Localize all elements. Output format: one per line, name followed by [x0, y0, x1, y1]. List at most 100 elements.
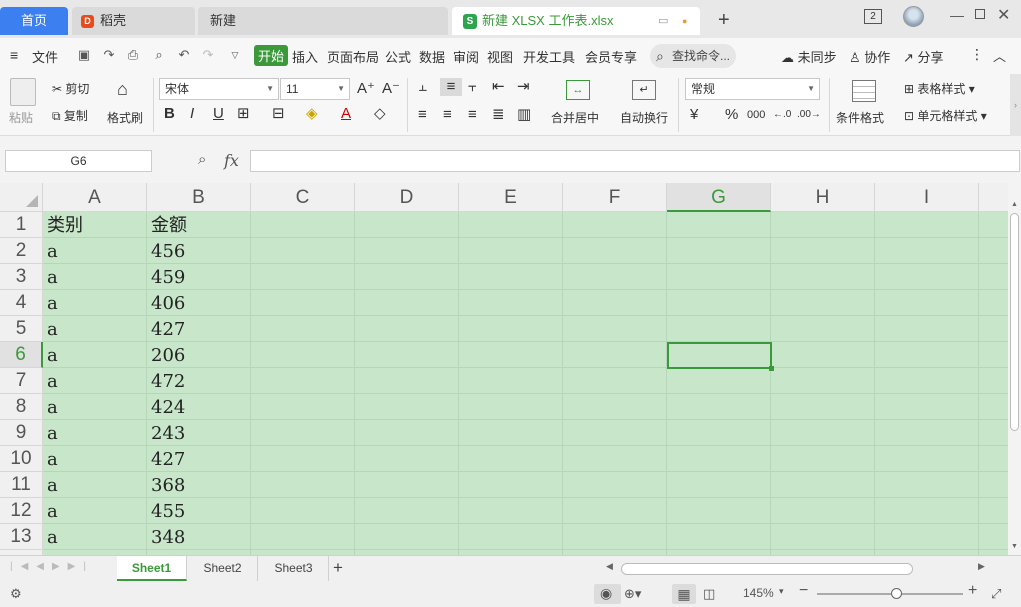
wrap-text-icon[interactable]: ↵ — [632, 80, 656, 100]
undo-icon[interactable]: ↶ — [177, 48, 191, 62]
cell-a1[interactable]: 类别 — [43, 212, 147, 238]
normal-view-icon[interactable]: ▦ — [672, 584, 696, 604]
cell-a10[interactable]: a — [43, 446, 147, 472]
row-header-2[interactable]: 2 — [0, 238, 43, 264]
table-style-button[interactable]: ⊞ 表格样式 ▾ — [904, 80, 975, 97]
page-break-view-icon[interactable]: ◫ — [703, 585, 715, 603]
thousands-icon[interactable]: 000 — [747, 106, 765, 124]
align-right-icon[interactable]: ≡ — [468, 106, 477, 124]
spreadsheet-grid[interactable]: A B C D E F G H I 1 类别 金额 2 a 456 3 a 459 4 a 406 5 a 427 6 a 206 7… — [0, 183, 1008, 555]
wrap-text-button[interactable]: 自动换行 — [620, 109, 668, 126]
cell-a6[interactable]: a — [43, 342, 147, 368]
sync-button[interactable]: ☁ 未同步 — [781, 47, 837, 66]
zoom-slider-thumb[interactable] — [891, 588, 902, 599]
avatar[interactable] — [903, 6, 924, 27]
font-name-select[interactable]: 宋体 ▼ — [159, 78, 279, 100]
scroll-down-icon[interactable]: ▼ — [1011, 543, 1018, 550]
row-header-9[interactable]: 9 — [0, 420, 43, 446]
menu-file[interactable]: 文件 — [32, 47, 58, 66]
menu-page-layout[interactable]: 页面布局 — [327, 47, 379, 66]
fullscreen-icon[interactable]: ⤢ — [991, 585, 1001, 603]
percent-icon[interactable]: % — [725, 106, 738, 124]
scroll-up-icon[interactable]: ▲ — [1011, 201, 1018, 208]
row-header-1[interactable]: 1 — [0, 212, 43, 238]
column-header-a[interactable]: A — [43, 183, 147, 212]
add-sheet-button[interactable]: + — [333, 558, 343, 578]
cell-b4[interactable]: 406 — [147, 290, 251, 316]
format-painter-button[interactable]: 格式刷 — [107, 109, 143, 126]
column-header-h[interactable]: H — [771, 183, 875, 212]
row-header-7[interactable]: 7 — [0, 368, 43, 394]
cell-b7[interactable]: 472 — [147, 368, 251, 394]
increase-font-icon[interactable]: A⁺ — [357, 80, 375, 98]
menu-data[interactable]: 数据 — [419, 47, 445, 66]
print-preview-icon[interactable]: ⌕ — [152, 48, 166, 62]
active-cell-g6[interactable] — [667, 342, 774, 371]
distributed-icon[interactable]: ▥ — [517, 106, 531, 124]
menu-review[interactable]: 审阅 — [453, 47, 479, 66]
zoom-level[interactable]: 145% — [743, 586, 774, 600]
cell-a3[interactable]: a — [43, 264, 147, 290]
zoom-dropdown-icon[interactable]: ▾ — [779, 586, 784, 597]
row-header-4[interactable]: 4 — [0, 290, 43, 316]
sheet-tab-1[interactable]: Sheet1 — [117, 556, 187, 581]
align-left-icon[interactable]: ≡ — [418, 106, 427, 124]
currency-icon[interactable]: ¥ — [690, 106, 698, 124]
name-box[interactable]: G6 — [5, 150, 152, 172]
fx-icon[interactable]: fx — [224, 151, 239, 170]
vertical-scrollbar[interactable]: ▲ ▼ — [1008, 183, 1021, 555]
menu-insert[interactable]: 插入 — [292, 47, 318, 66]
cell-a5[interactable]: a — [43, 316, 147, 342]
cell-a11[interactable]: a — [43, 472, 147, 498]
paste-icon[interactable] — [10, 78, 36, 106]
justify-icon[interactable]: ≣ — [492, 106, 505, 124]
zoom-formula-icon[interactable]: ⌕ — [198, 151, 206, 168]
row-header-12[interactable]: 12 — [0, 498, 43, 524]
conditional-format-icon[interactable] — [852, 80, 876, 102]
horizontal-scroll-thumb[interactable] — [621, 563, 913, 575]
cell-b9[interactable]: 243 — [147, 420, 251, 446]
zoom-slider-track[interactable] — [817, 593, 963, 595]
format-painter-icon[interactable]: ⌂ — [117, 79, 128, 100]
cell-a8[interactable]: a — [43, 394, 147, 420]
export-icon[interactable]: ↷ — [102, 48, 116, 62]
column-header-f[interactable]: F — [563, 183, 667, 212]
cell-a2[interactable]: a — [43, 238, 147, 264]
merge-center-button[interactable]: 合并居中 — [551, 109, 599, 126]
increase-decimal-icon[interactable]: ←.0 — [773, 106, 791, 124]
cell-a12[interactable]: a — [43, 498, 147, 524]
align-bottom-icon[interactable]: ⫟ — [468, 78, 477, 96]
conditional-format-button[interactable]: 条件格式 — [836, 109, 884, 126]
tab-docer[interactable]: D 稻壳 — [72, 7, 195, 35]
menu-member[interactable]: 会员专享 — [585, 47, 637, 66]
add-tab-button[interactable]: + — [718, 9, 730, 32]
column-header-d[interactable]: D — [355, 183, 459, 212]
cell-a7[interactable]: a — [43, 368, 147, 394]
scroll-right-icon[interactable]: ▶ — [978, 561, 985, 572]
paste-button[interactable]: 粘贴 — [9, 109, 33, 126]
cell-b2[interactable]: 456 — [147, 238, 251, 264]
more-icon[interactable]: ⋮ — [970, 46, 984, 63]
cell-style-button[interactable]: ⊡ 单元格样式 ▾ — [904, 107, 987, 124]
tab-new[interactable]: 新建 — [198, 7, 448, 35]
cell-a4[interactable]: a — [43, 290, 147, 316]
menu-developer[interactable]: 开发工具 — [523, 47, 575, 66]
column-header-i[interactable]: I — [875, 183, 979, 212]
column-header-b[interactable]: B — [147, 183, 251, 212]
sheet-nav-icon[interactable]: |◀◀▶▶| — [10, 561, 94, 572]
clear-format-icon[interactable]: ◇ — [374, 105, 386, 123]
cell-style-fill-icon[interactable]: ⊟ — [272, 105, 285, 123]
row-header-3[interactable]: 3 — [0, 264, 43, 290]
cell-b10[interactable]: 427 — [147, 446, 251, 472]
window-count-badge[interactable]: 2 — [864, 9, 882, 24]
align-top-icon[interactable]: ⫠ — [418, 78, 427, 96]
redo-icon[interactable]: ↷ — [201, 48, 215, 62]
font-size-select[interactable]: 11 ▼ — [280, 78, 350, 100]
borders-icon[interactable]: ⊞ — [237, 105, 250, 123]
cell-b5[interactable]: 427 — [147, 316, 251, 342]
select-all-corner[interactable] — [0, 183, 43, 212]
save-icon[interactable]: ▣ — [77, 48, 91, 62]
italic-icon[interactable]: I — [190, 105, 194, 123]
row-header-11[interactable]: 11 — [0, 472, 43, 498]
scroll-left-icon[interactable]: ◀ — [606, 561, 613, 572]
